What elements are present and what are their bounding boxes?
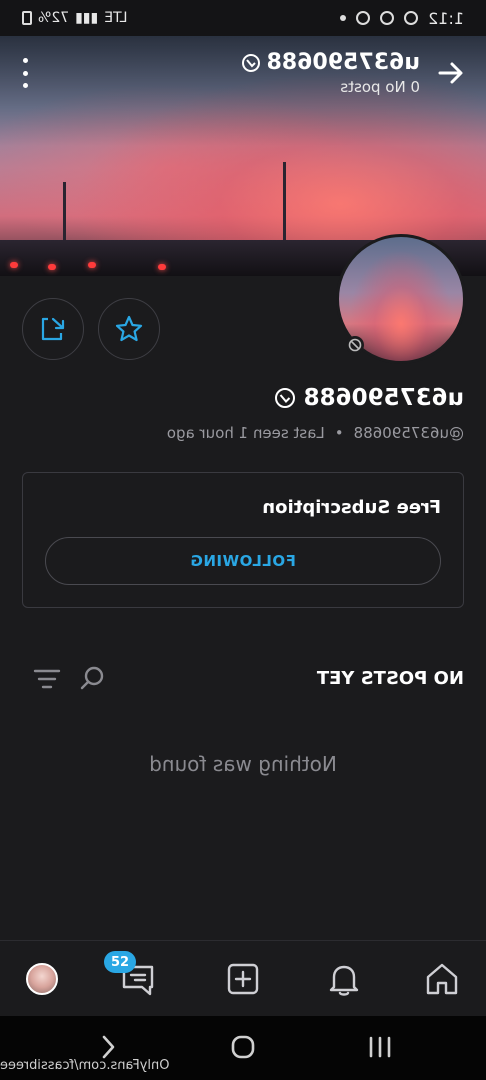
following-button[interactable]: FOLLOWING [45,537,441,585]
watermark-text: OnlyFans.com/fcassibreee [0,1058,170,1073]
home-system-button[interactable] [223,1032,263,1062]
more-options-icon[interactable] [18,58,34,88]
empty-state-message: Nothing was found [149,752,337,776]
back-button[interactable] [434,56,468,90]
filter-icon[interactable] [32,666,62,692]
nav-add-post[interactable] [221,957,265,1001]
offline-status-icon [346,336,364,354]
status-time: 1:12 [428,8,464,28]
notification-icon [356,11,371,25]
recent-apps-button[interactable] [360,1032,400,1062]
share-button[interactable] [22,298,84,360]
home-circle-icon [231,1035,255,1059]
subscription-title: Free Subscription [262,497,441,518]
nav-profile[interactable] [20,957,64,1001]
profile-handle: @u637590688 [353,424,464,442]
star-icon [115,315,143,342]
arrow-left-icon [438,62,463,84]
share-icon [41,317,65,341]
profile-name: u637590688 [274,385,464,411]
nav-notifications[interactable] [322,957,366,1001]
recent-apps-icon [369,1036,391,1058]
nav-messages[interactable]: 52 [104,951,160,1001]
header-posts-count: 0 No posts [340,78,420,96]
notification-icon [404,11,419,25]
last-seen: Last seen 1 hour ago [166,424,325,442]
favorite-button[interactable] [98,298,160,360]
profile-header: u637590688 0 No posts [0,48,486,98]
verified-badge-icon [274,388,295,408]
posts-section-title: NO POSTS YET [316,668,464,689]
search-icon[interactable] [78,664,106,692]
messages-badge: 52 [104,951,136,973]
bottom-navigation: 52 [0,940,486,1016]
network-label: LTE [104,10,128,26]
notification-icon [380,11,395,25]
signal-icon: ▮▮▮ [75,10,99,26]
more-notifications-icon [340,15,347,21]
mirrored-screen: 1:12 LTE ▮▮▮ 72% u637590688 0 No posts u… [0,0,486,1080]
chevron-left-icon [102,1035,115,1059]
meta-separator: • [334,424,344,442]
profile-meta: @u637590688 • Last seen 1 hour ago [167,424,464,442]
subscription-card: Free Subscription FOLLOWING [22,472,464,608]
battery-level: 72% [38,10,70,26]
status-bar: 1:12 LTE ▮▮▮ 72% [0,0,486,36]
plus-square-icon [227,963,259,995]
home-icon [426,963,458,995]
user-avatar [26,963,58,995]
bell-icon [329,965,359,996]
battery-icon [22,11,32,25]
nav-home[interactable] [420,957,464,1001]
header-username: u637590688 [241,50,420,75]
verified-badge-icon [241,53,260,72]
